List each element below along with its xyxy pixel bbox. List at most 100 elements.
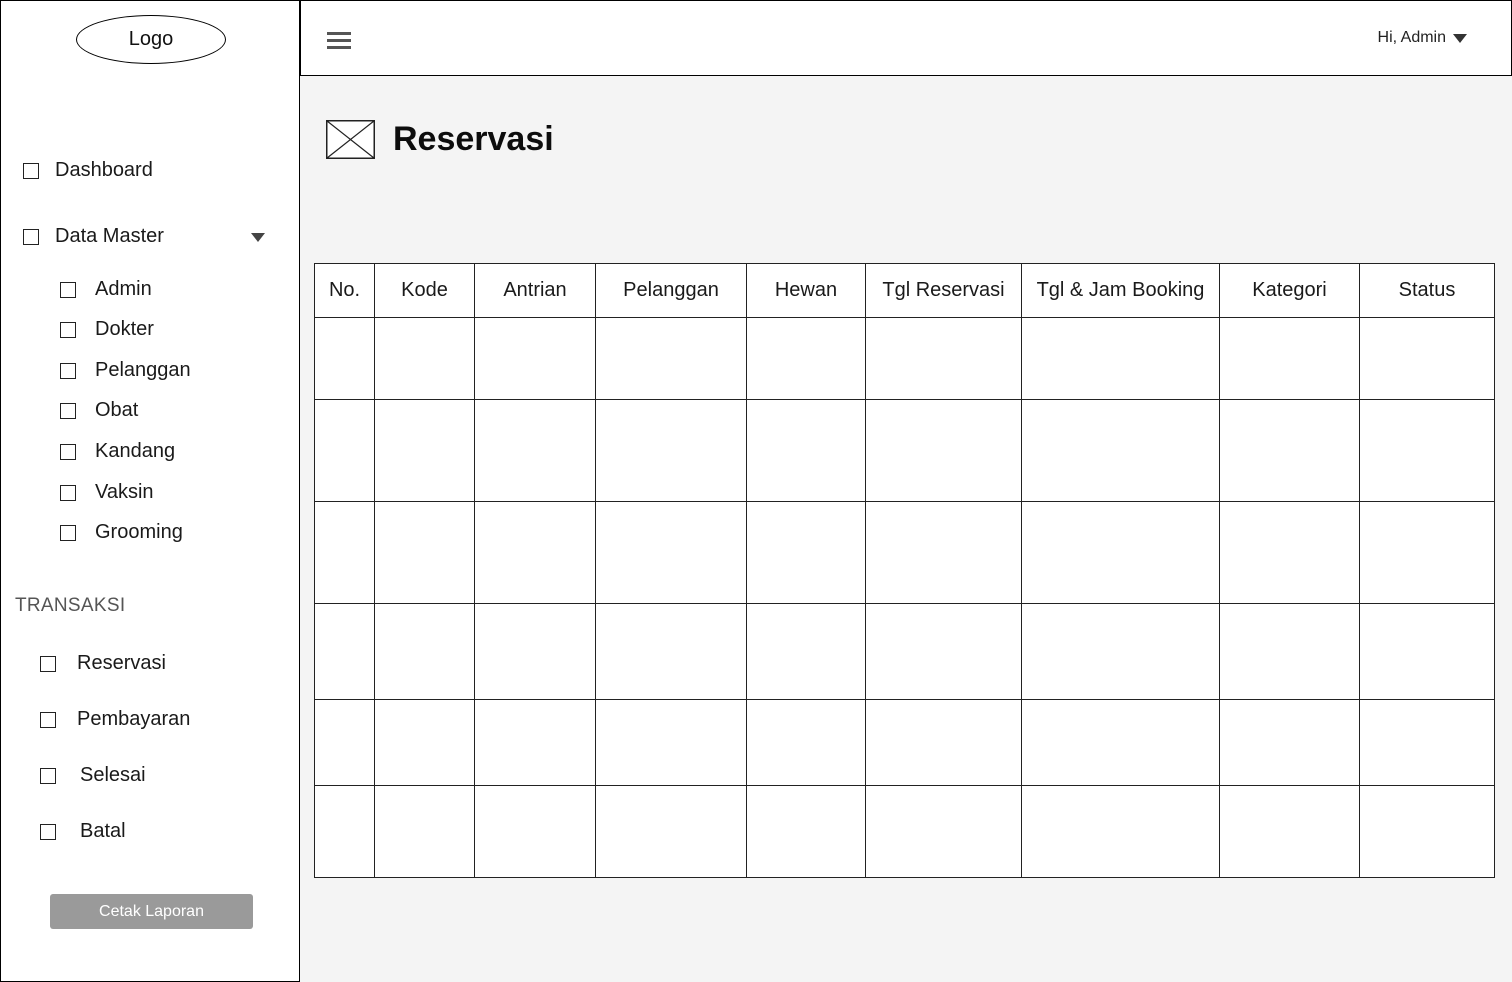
- table-cell: [374, 699, 475, 786]
- table-cell: [1219, 785, 1360, 878]
- page-title: Reservasi: [393, 120, 554, 158]
- table-cell: [746, 699, 866, 786]
- table-cell: [374, 603, 475, 700]
- table-cell: [1219, 603, 1360, 700]
- checkbox-icon: [60, 402, 76, 419]
- table-cell: [746, 501, 866, 604]
- sidebar-item-label: Obat: [95, 399, 139, 421]
- sidebar-item-obat[interactable]: Obat: [60, 399, 138, 422]
- checkbox-icon: [40, 767, 56, 784]
- table-cell: [474, 699, 596, 786]
- table-cell: [314, 317, 375, 400]
- table-cell: [1219, 399, 1360, 502]
- table-cell: [865, 399, 1022, 502]
- table-cell: [595, 603, 747, 700]
- table-cell: [474, 785, 596, 878]
- topbar: Hi, Admin: [300, 0, 1512, 76]
- table-cell: [374, 501, 475, 604]
- table-cell: [595, 317, 747, 400]
- sidebar-item-selesai[interactable]: Selesai: [40, 764, 146, 787]
- table-header-row: No. Kode Antrian Pelanggan Hewan Tgl Res…: [314, 263, 1495, 318]
- checkbox-icon: [40, 655, 56, 672]
- sidebar-item-vaksin[interactable]: Vaksin: [60, 481, 154, 504]
- user-greeting: Hi, Admin: [1377, 29, 1446, 46]
- sidebar-item-data-master[interactable]: Data Master: [23, 225, 164, 248]
- sidebar-item-label: Grooming: [95, 521, 183, 543]
- checkbox-icon: [60, 362, 76, 379]
- sidebar-item-label: Pembayaran: [77, 708, 191, 730]
- table-cell: [865, 317, 1022, 400]
- table-cell: [474, 501, 596, 604]
- chevron-down-icon: [1453, 33, 1467, 43]
- table-cell: [374, 399, 475, 502]
- table-cell: [595, 399, 747, 502]
- column-header-status[interactable]: Status: [1359, 263, 1495, 318]
- table-row[interactable]: [314, 317, 1495, 400]
- sidebar-item-admin[interactable]: Admin: [60, 278, 152, 301]
- table-cell: [374, 317, 475, 400]
- sidebar-item-dashboard[interactable]: Dashboard: [23, 159, 153, 182]
- sidebar-item-kandang[interactable]: Kandang: [60, 440, 175, 463]
- table-cell: [1359, 501, 1495, 604]
- sidebar-item-label: Kandang: [95, 440, 176, 462]
- checkbox-icon: [60, 443, 76, 460]
- table-cell: [595, 501, 747, 604]
- table-row[interactable]: [314, 785, 1495, 878]
- table-cell: [314, 785, 375, 878]
- column-header-kode[interactable]: Kode: [374, 263, 475, 318]
- table-cell: [865, 699, 1022, 786]
- table-cell: [865, 603, 1022, 700]
- table-row[interactable]: [314, 603, 1495, 700]
- checkbox-icon: [60, 524, 76, 541]
- column-header-no[interactable]: No.: [314, 263, 375, 318]
- table-cell: [865, 501, 1022, 604]
- sidebar-item-label: Dokter: [95, 318, 154, 340]
- table-cell: [1021, 501, 1220, 604]
- table-cell: [1219, 317, 1360, 400]
- checkbox-icon: [23, 228, 39, 245]
- column-header-hewan[interactable]: Hewan: [746, 263, 866, 318]
- table-cell: [865, 785, 1022, 878]
- user-menu[interactable]: Hi, Admin: [1378, 29, 1467, 47]
- checkbox-icon: [40, 711, 56, 728]
- table-cell: [314, 399, 375, 502]
- sidebar-item-grooming[interactable]: Grooming: [60, 521, 183, 544]
- sidebar-item-label: Dashboard: [55, 159, 153, 181]
- table-cell: [1359, 399, 1495, 502]
- sidebar-item-reservasi[interactable]: Reservasi: [40, 652, 166, 675]
- sidebar-item-dokter[interactable]: Dokter: [60, 318, 154, 341]
- table-row[interactable]: [314, 399, 1495, 502]
- table-cell: [746, 399, 866, 502]
- sidebar-item-label: Selesai: [80, 764, 146, 786]
- sidebar-item-pelanggan[interactable]: Pelanggan: [60, 359, 191, 382]
- checkbox-icon: [40, 823, 56, 840]
- table-cell: [314, 699, 375, 786]
- table-cell: [1359, 785, 1495, 878]
- sidebar-item-batal[interactable]: Batal: [40, 820, 126, 843]
- table-cell: [595, 699, 747, 786]
- cetak-laporan-button[interactable]: Cetak Laporan: [50, 894, 253, 929]
- hamburger-icon[interactable]: [327, 32, 351, 52]
- column-header-kategori[interactable]: Kategori: [1219, 263, 1360, 318]
- reservasi-table: No. Kode Antrian Pelanggan Hewan Tgl Res…: [314, 263, 1495, 878]
- table-cell: [314, 501, 375, 604]
- sidebar-item-label: Reservasi: [77, 652, 166, 674]
- table-row[interactable]: [314, 501, 1495, 604]
- column-header-antrian[interactable]: Antrian: [474, 263, 596, 318]
- table-cell: [1359, 699, 1495, 786]
- column-header-pelanggan[interactable]: Pelanggan: [595, 263, 747, 318]
- sidebar-item-label: Vaksin: [95, 481, 154, 503]
- sidebar-item-pembayaran[interactable]: Pembayaran: [40, 708, 190, 731]
- table-cell: [1219, 501, 1360, 604]
- sidebar-item-label: Pelanggan: [95, 359, 191, 381]
- column-header-tgl-jam-booking[interactable]: Tgl & Jam Booking: [1021, 263, 1220, 318]
- table-cell: [474, 603, 596, 700]
- table-cell: [1359, 317, 1495, 400]
- column-header-tgl-reservasi[interactable]: Tgl Reservasi: [865, 263, 1022, 318]
- table-row[interactable]: [314, 699, 1495, 786]
- chevron-down-icon[interactable]: [251, 233, 265, 242]
- sidebar-item-label: Batal: [80, 820, 126, 842]
- table-cell: [1021, 399, 1220, 502]
- checkbox-icon: [60, 484, 76, 501]
- table-cell: [314, 603, 375, 700]
